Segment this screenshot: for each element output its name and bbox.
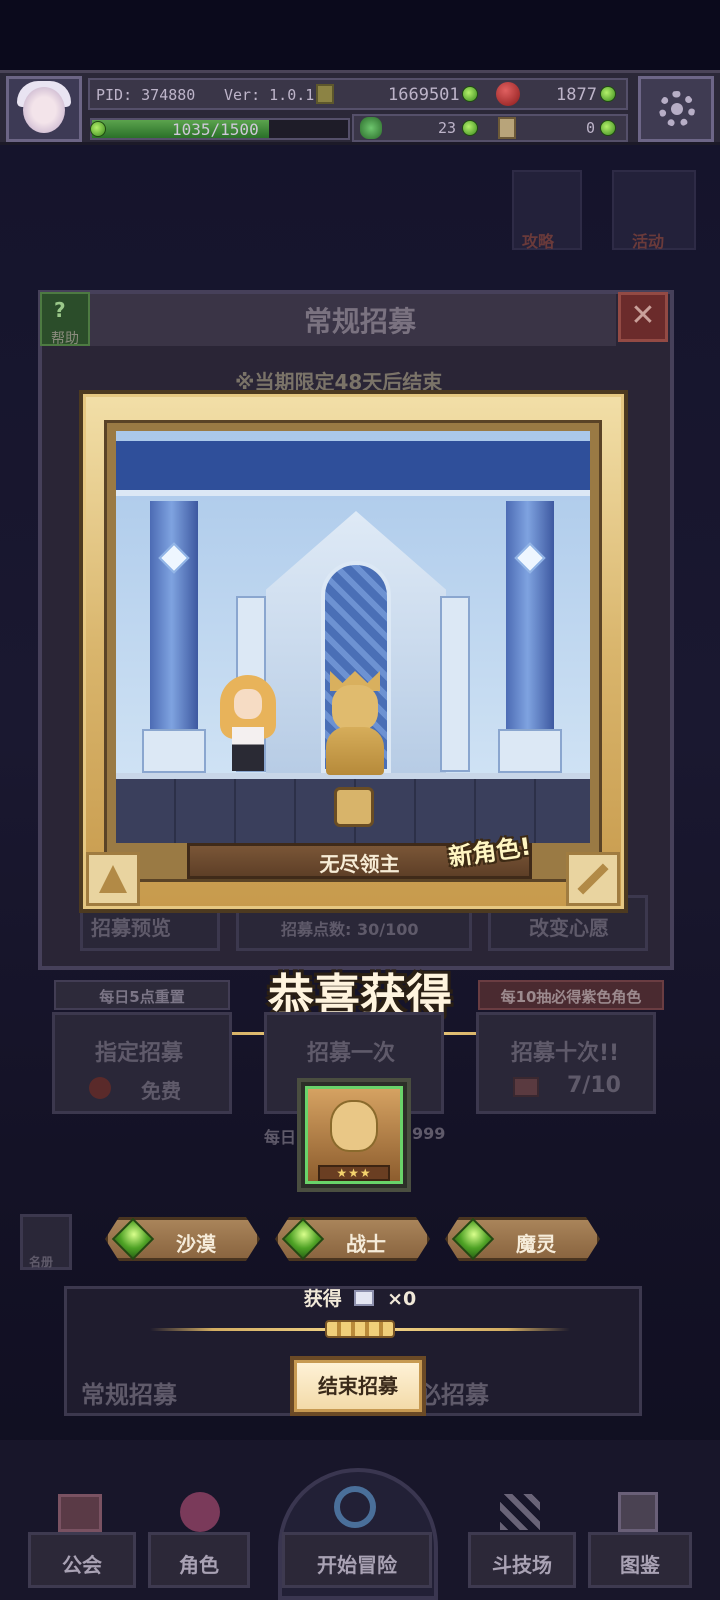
nav-encyclopedia-label: 图鉴 [620, 1553, 660, 1577]
crossed-swords-icon [500, 1494, 540, 1530]
designated-recruit-button[interactable]: 指定招募 免费 [52, 1012, 232, 1114]
red-currency-amount: 1877 [556, 85, 597, 105]
roster-side-label: 名册 [29, 1255, 54, 1269]
red-gem-icon [496, 82, 520, 106]
heart-ticket-icon [513, 1077, 539, 1097]
free-label: 免费 [141, 1079, 181, 1103]
gold-amount: 1669501 [388, 85, 460, 105]
daily-reset-badge: 每日5点重置 [54, 980, 230, 1010]
tag-warrior-label: 战士 [346, 1232, 386, 1256]
maid-character [220, 675, 276, 775]
recruit-preview-label: 招募预览 [91, 916, 171, 940]
clover-icon [360, 117, 382, 139]
key-amount: 0 [586, 119, 596, 137]
top-safe-area [0, 0, 720, 70]
divider-bottom-ornament [325, 1320, 395, 1338]
obtained-prefix: 获得 [303, 1288, 342, 1310]
change-wish-label: 改变心愿 [529, 916, 609, 940]
help-label: 帮助 [51, 331, 79, 347]
gate-pillar-right [440, 596, 470, 772]
tag-demon-label: 魔灵 [516, 1232, 556, 1256]
question-icon: ? [54, 298, 66, 322]
nav-arena[interactable]: 斗技场 [468, 1532, 576, 1588]
floor-emblem [334, 787, 374, 827]
daily-reset-text: 每日5点重置 [99, 988, 185, 1006]
scene-roof [116, 441, 590, 496]
close-button[interactable]: ✕ [618, 292, 668, 342]
character-icon [180, 1492, 220, 1532]
book-icon [618, 1492, 658, 1532]
clover-amount: 23 [438, 119, 457, 137]
pillar-left-base [142, 729, 206, 773]
tag-desert-label: 沙漠 [176, 1232, 216, 1256]
guide-button[interactable]: 攻略 [512, 170, 582, 251]
obtained-count: ×0 [387, 1288, 417, 1310]
guild-icon [58, 1494, 102, 1532]
xp-gem-icon [90, 121, 106, 137]
avatar[interactable] [6, 76, 82, 142]
avatar-face [23, 87, 65, 133]
player-id: PID: 374880 [96, 86, 196, 104]
roster-side-button[interactable]: 名册 [20, 1214, 72, 1270]
event-button[interactable]: 活动 [612, 170, 696, 251]
ten-count-label: 7/10 [567, 1073, 621, 1098]
maid-face [234, 689, 262, 719]
nav-arena-label: 斗技场 [492, 1553, 552, 1577]
triangle-emblem-icon [99, 865, 127, 893]
add-red-icon[interactable] [600, 86, 616, 102]
temple-scene [116, 431, 590, 843]
xp-text: 1035/1500 [172, 120, 259, 139]
maid-dress [232, 727, 264, 771]
pickup-recruit-banner-label: 必招募 [417, 1381, 489, 1409]
gear-icon [659, 91, 695, 127]
settings-button[interactable] [638, 76, 714, 142]
end-recruit-button[interactable]: 结束招募 [290, 1356, 426, 1416]
add-clover-icon[interactable] [462, 120, 478, 136]
obtained-ticket-row: 获得 ×0 [0, 1284, 720, 1311]
nav-character-label: 角色 [179, 1553, 219, 1577]
recruit-dialog-title: 常规招募 [303, 305, 416, 338]
red-gem-small-icon [89, 1077, 111, 1099]
card-share-button[interactable] [86, 852, 140, 906]
card-skill-button[interactable] [566, 852, 620, 906]
nav-encyclopedia[interactable]: 图鉴 [588, 1532, 692, 1588]
nav-character[interactable]: 角色 [148, 1532, 250, 1588]
coin-icon [316, 84, 334, 104]
daily-limit-fragment: 每日 [264, 1128, 297, 1147]
guide-label: 攻略 [522, 232, 555, 251]
nav-guild[interactable]: 公会 [28, 1532, 136, 1588]
nav-guild-label: 公会 [62, 1553, 102, 1577]
recruit-points-label: 招募点数: 30/100 [281, 920, 419, 939]
golden-statue-character [322, 671, 388, 775]
recruit-ten-label: 招募十次!! [511, 1041, 620, 1066]
statue-body [326, 727, 384, 775]
character-portrait [330, 1100, 378, 1152]
star-rating: ★★★ [318, 1165, 390, 1181]
add-key-icon[interactable] [600, 120, 616, 136]
ticket-icon [354, 1289, 375, 1306]
event-label: 活动 [632, 232, 665, 251]
recruit-once-label: 招募一次 [307, 1041, 396, 1066]
pillar-right-base [498, 729, 562, 773]
regular-recruit-banner-label: 常规招募 [81, 1381, 177, 1409]
designated-recruit-label: 指定招募 [95, 1041, 184, 1066]
daily-limit-value: 999 [412, 1124, 446, 1143]
close-icon: ✕ [630, 298, 656, 333]
nav-start-adventure-label: 开始冒险 [317, 1553, 397, 1577]
magnifier-icon [334, 1486, 376, 1528]
sword-icon [577, 863, 609, 895]
key-icon [498, 117, 516, 139]
guarantee-badge: 每10抽必得紫色角色 [478, 980, 664, 1010]
guarantee-text: 每10抽必得紫色角色 [500, 988, 642, 1006]
recruit-ten-button[interactable]: 招募十次!! 7/10 [476, 1012, 656, 1114]
nav-start-adventure[interactable]: 开始冒险 [282, 1532, 432, 1588]
add-gold-icon[interactable] [462, 86, 478, 102]
statue-head [332, 685, 378, 731]
